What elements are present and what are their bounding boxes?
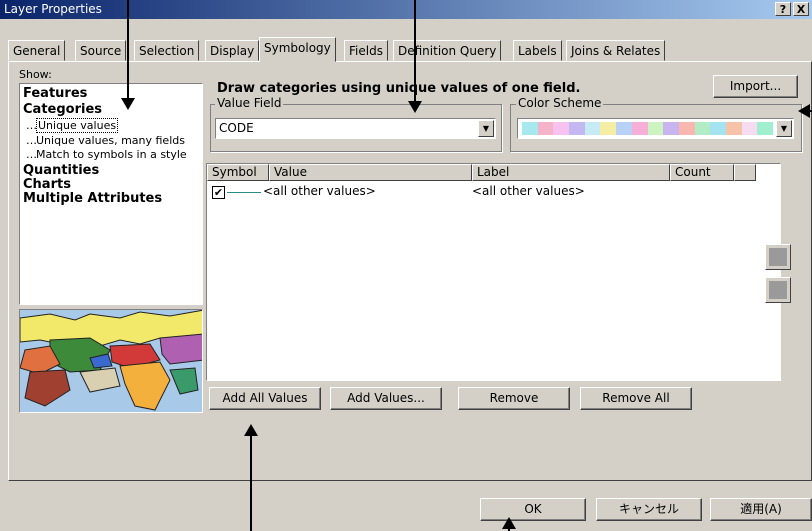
tab-definition-query[interactable]: Definition Query	[393, 40, 502, 61]
values-table[interactable]: Symbol Value Label Count ✔ <all other va…	[206, 163, 781, 381]
show-item-match-symbols[interactable]: Match to symbols in a style	[36, 148, 187, 161]
show-item-unique-values[interactable]: Unique values	[36, 118, 119, 133]
apply-button[interactable]: 適用(A)	[710, 498, 812, 521]
value-field-label: Value Field	[215, 96, 284, 110]
tab-joins-relates[interactable]: Joins & Relates	[566, 40, 666, 61]
color-ramp-swatch	[757, 122, 773, 135]
row-checkbox[interactable]: ✔	[212, 186, 225, 199]
color-ramp	[522, 122, 773, 135]
color-ramp-swatch	[741, 122, 758, 135]
tab-display[interactable]: Display	[205, 40, 260, 61]
value-field-select[interactable]: CODE ▼	[215, 118, 496, 139]
color-ramp-swatch	[678, 122, 695, 135]
color-ramp-swatch	[537, 122, 554, 135]
column-header-count[interactable]: Count	[670, 164, 734, 181]
tab-general[interactable]: General	[8, 40, 66, 61]
color-ramp-swatch	[647, 122, 664, 135]
title-bar: Layer Properties ? X	[0, 0, 812, 19]
column-header-value[interactable]: Value	[269, 164, 472, 181]
map-image	[20, 310, 202, 412]
annotation-arrow-head	[502, 517, 516, 529]
color-scheme-label: Color Scheme	[516, 96, 604, 110]
show-item-quantities[interactable]: Quantities	[23, 163, 99, 178]
show-item-charts[interactable]: Charts	[23, 177, 71, 192]
symbol-swatch	[227, 192, 261, 193]
color-ramp-swatch	[584, 122, 601, 135]
tab-symbology[interactable]: Symbology	[259, 37, 336, 62]
annotation-arrow-line	[414, 0, 416, 103]
color-ramp-swatch	[694, 122, 711, 135]
show-item-categories[interactable]: Categories	[23, 102, 102, 117]
tab-fields[interactable]: Fields	[344, 40, 388, 61]
chevron-down-icon[interactable]: ▼	[776, 120, 792, 137]
description-text: Draw categories using unique values of o…	[217, 81, 581, 96]
color-ramp-swatch	[522, 122, 538, 135]
color-ramp-swatch	[725, 122, 742, 135]
show-item-unique-values-many[interactable]: Unique values, many fields	[36, 134, 185, 147]
remove-button[interactable]: Remove	[458, 387, 570, 410]
show-item-multiple-attributes[interactable]: Multiple Attributes	[23, 191, 162, 206]
preview-map	[19, 309, 203, 413]
color-ramp-swatch	[600, 122, 617, 135]
tab-labels[interactable]: Labels	[513, 40, 562, 61]
row-value: <all other values>	[263, 184, 376, 198]
color-ramp-swatch	[631, 122, 648, 135]
move-up-button[interactable]	[765, 244, 791, 270]
show-label: Show:	[19, 68, 52, 81]
annotation-arrow-head	[244, 424, 258, 436]
color-ramp-swatch	[569, 122, 585, 135]
ok-button[interactable]: OK	[480, 498, 586, 521]
color-ramp-swatch	[616, 122, 632, 135]
help-button[interactable]: ?	[775, 2, 791, 16]
remove-all-button[interactable]: Remove All	[580, 387, 692, 410]
color-ramp-swatch	[663, 122, 679, 135]
annotation-arrow-head	[121, 98, 135, 110]
tab-selection[interactable]: Selection	[134, 40, 200, 61]
tab-source[interactable]: Source	[75, 40, 127, 61]
import-button[interactable]: Import...	[713, 75, 798, 98]
color-ramp-swatch	[710, 122, 726, 135]
show-item-features[interactable]: Features	[23, 86, 87, 101]
chevron-down-icon[interactable]: ▼	[478, 120, 494, 137]
row-label: <all other values>	[472, 184, 585, 198]
color-ramp-swatch	[553, 122, 570, 135]
column-header-symbol[interactable]: Symbol	[207, 164, 269, 181]
annotation-arrow-head	[408, 101, 422, 113]
move-down-button[interactable]	[765, 277, 791, 303]
column-header-blank	[734, 164, 756, 181]
add-values-button[interactable]: Add Values...	[330, 387, 442, 410]
add-all-values-button[interactable]: Add All Values	[209, 387, 321, 410]
color-scheme-select[interactable]: ▼	[517, 118, 794, 139]
window-title: Layer Properties	[4, 2, 102, 16]
annotation-arrow-line	[127, 0, 129, 100]
show-list[interactable]: Features Categories … Unique values … Un…	[19, 83, 203, 305]
close-button[interactable]: X	[793, 2, 809, 16]
annotation-arrow-line	[250, 436, 252, 531]
value-field-value: CODE	[219, 121, 254, 135]
column-header-label[interactable]: Label	[472, 164, 670, 181]
cancel-button[interactable]: キャンセル	[596, 498, 702, 521]
show-item-unique-values-label: Unique values	[36, 118, 119, 133]
